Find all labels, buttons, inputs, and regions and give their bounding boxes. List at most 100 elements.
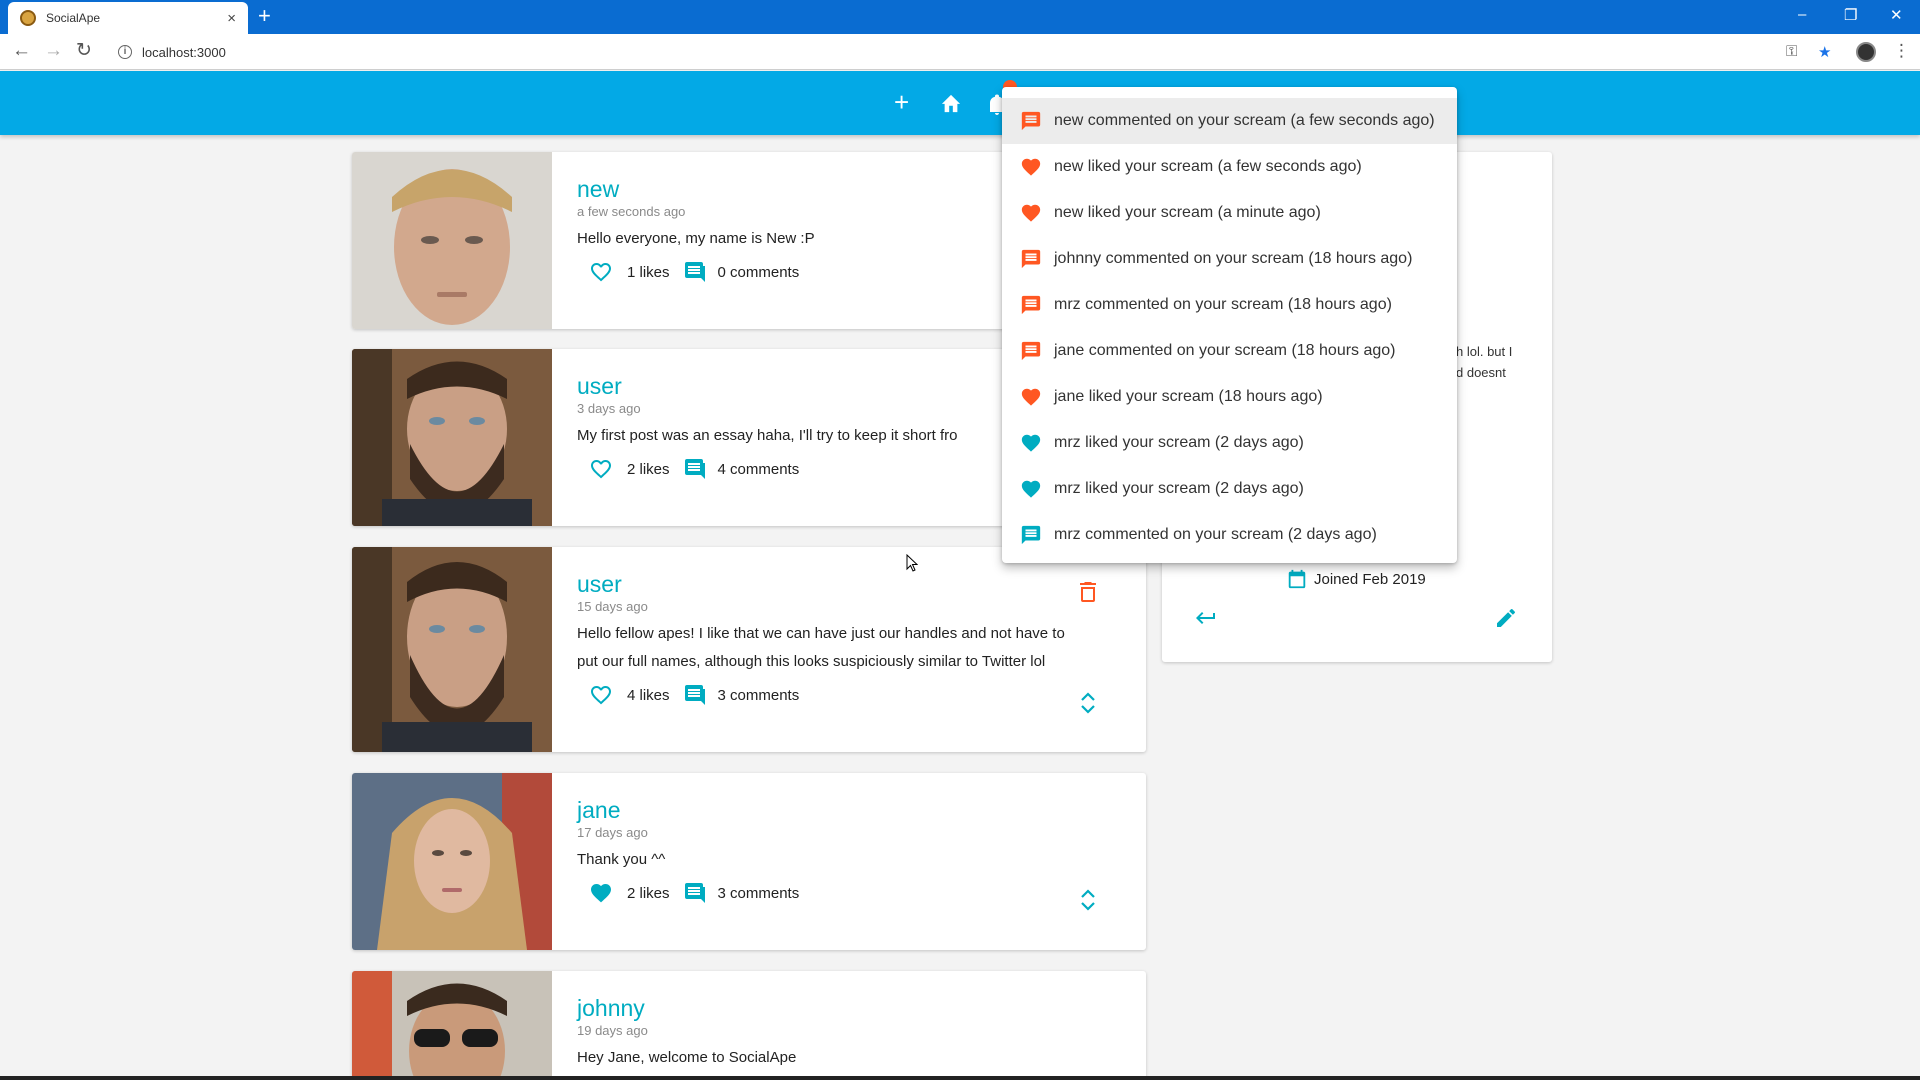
notification-text: mrz liked your scream (2 days ago)	[1054, 434, 1304, 451]
profile-image[interactable]	[352, 152, 552, 329]
heart-icon	[1021, 480, 1041, 498]
post-body-line: Hello fellow apes! I like that we can ha…	[577, 625, 1065, 642]
add-post-button[interactable]: +	[894, 89, 909, 115]
comment-count: 3 comments	[717, 884, 800, 902]
new-tab-button[interactable]: +	[258, 5, 271, 27]
expand-icon[interactable]	[1078, 691, 1098, 715]
address-bar: ← → ↻ i localhost:3000 ⚿ ★ ⋮	[0, 34, 1920, 70]
url-text: localhost:3000	[142, 44, 226, 60]
key-icon[interactable]: ⚿	[1786, 43, 1797, 60]
post-actions: 2 likes 3 comments	[577, 878, 1126, 908]
post-time: 17 days ago	[577, 825, 648, 840]
notification-item[interactable]: mrz liked your scream (2 days ago)	[1002, 466, 1457, 512]
post-content: jane 17 days ago Thank you ^^ 2 likes 3 …	[577, 797, 1126, 908]
close-window-icon[interactable]: ✕	[1890, 6, 1903, 24]
post-actions: 4 likes 3 comments	[577, 680, 1126, 710]
profile-image[interactable]	[352, 971, 552, 1080]
heart-filled-icon[interactable]	[589, 881, 613, 905]
heart-outline-icon[interactable]	[589, 457, 613, 481]
notification-text: new commented on your scream (a few seco…	[1054, 112, 1435, 129]
profile-image[interactable]	[352, 773, 552, 950]
notification-text: new liked your scream (a minute ago)	[1054, 204, 1321, 221]
post-time: 15 days ago	[577, 599, 648, 614]
heart-icon	[1021, 388, 1041, 406]
comment-icon	[1021, 249, 1041, 269]
comment-count: 4 comments	[717, 460, 800, 478]
notification-item[interactable]: johnny commented on your scream (18 hour…	[1002, 236, 1457, 282]
browser-tab[interactable]: SocialApe ×	[8, 2, 248, 34]
comment-icon[interactable]	[682, 683, 706, 707]
comment-count: 0 comments	[717, 263, 800, 281]
heart-outline-icon[interactable]	[589, 683, 613, 707]
post-content: johnny 19 days ago Hey Jane, welcome to …	[577, 995, 1126, 1072]
post-content: user 15 days ago Hello fellow apes! I li…	[577, 571, 1126, 710]
post-body: Hello fellow apes! I like that we can ha…	[577, 620, 1126, 676]
profile-bio-fragment: d doesnt	[1456, 365, 1506, 380]
edit-profile-icon[interactable]	[1494, 606, 1518, 630]
post-card: user 15 days ago Hello fellow apes! I li…	[352, 547, 1146, 752]
notification-text: johnny commented on your scream (18 hour…	[1054, 250, 1413, 267]
post-time: 19 days ago	[577, 1023, 648, 1038]
notification-text: mrz commented on your scream (2 days ago…	[1054, 526, 1377, 543]
like-count: 1 likes	[627, 263, 670, 281]
restore-icon[interactable]: ❐	[1844, 6, 1857, 24]
comment-icon[interactable]	[682, 881, 706, 905]
tab-close-icon[interactable]: ×	[227, 10, 236, 27]
comment-icon[interactable]	[682, 260, 706, 284]
notification-item[interactable]: mrz commented on your scream (2 days ago…	[1002, 512, 1457, 558]
user-handle-link[interactable]: jane	[577, 797, 1126, 823]
user-handle-link[interactable]: user	[577, 571, 1126, 597]
forward-icon[interactable]: →	[44, 41, 63, 61]
bookmark-star-icon[interactable]: ★	[1818, 43, 1831, 61]
heart-icon	[1021, 158, 1041, 176]
profile-avatar-icon[interactable]	[1856, 42, 1876, 62]
post-card: jane 17 days ago Thank you ^^ 2 likes 3 …	[352, 773, 1146, 950]
profile-image[interactable]	[352, 349, 552, 526]
url-field[interactable]: i localhost:3000	[108, 39, 1768, 65]
notification-item[interactable]: jane liked your scream (18 hours ago)	[1002, 374, 1457, 420]
window-bottom-edge	[0, 1076, 1920, 1080]
browser-menu-icon[interactable]: ⋮	[1893, 41, 1910, 61]
profile-joined: Joined Feb 2019	[1286, 568, 1426, 590]
post-body: Hey Jane, welcome to SocialApe	[577, 1049, 797, 1066]
like-count: 2 likes	[627, 460, 670, 478]
notifications-menu: new commented on your scream (a few seco…	[1002, 87, 1457, 563]
notification-item[interactable]: new liked your scream (a few seconds ago…	[1002, 144, 1457, 190]
comment-icon[interactable]	[682, 457, 706, 481]
comment-count: 3 comments	[717, 686, 800, 704]
info-icon[interactable]: i	[118, 45, 132, 59]
profile-image[interactable]	[352, 547, 552, 752]
comment-icon	[1021, 111, 1041, 131]
heart-icon	[1021, 204, 1041, 222]
back-icon[interactable]: ←	[12, 41, 31, 61]
notification-item[interactable]: new liked your scream (a minute ago)	[1002, 190, 1457, 236]
notification-item[interactable]: mrz liked your scream (2 days ago)	[1002, 420, 1457, 466]
post-body-line: put our full names, although this looks …	[577, 653, 1046, 670]
calendar-icon	[1288, 569, 1306, 589]
notification-text: jane commented on your scream (18 hours …	[1054, 342, 1396, 359]
user-handle-link[interactable]: johnny	[577, 995, 1126, 1021]
comment-icon	[1021, 341, 1041, 361]
joined-date: Joined Feb 2019	[1314, 570, 1426, 588]
profile-bio-fragment: h lol. but I	[1456, 344, 1513, 359]
tab-title: SocialApe	[46, 11, 101, 25]
comment-icon	[1021, 525, 1041, 545]
notification-text: mrz commented on your scream (18 hours a…	[1054, 296, 1392, 313]
heart-outline-icon[interactable]	[589, 260, 613, 284]
mouse-cursor-icon	[906, 554, 918, 572]
heart-icon	[1021, 434, 1041, 452]
notification-item[interactable]: jane commented on your scream (18 hours …	[1002, 328, 1457, 374]
delete-icon[interactable]	[1078, 581, 1098, 603]
notification-item[interactable]: new commented on your scream (a few seco…	[1002, 98, 1457, 144]
post-body: Thank you ^^	[577, 851, 666, 868]
notification-item[interactable]: mrz commented on your scream (18 hours a…	[1002, 282, 1457, 328]
home-icon[interactable]	[940, 93, 962, 113]
like-count: 4 likes	[627, 686, 670, 704]
comment-icon	[1021, 295, 1041, 315]
notification-text: mrz liked your scream (2 days ago)	[1054, 480, 1304, 497]
expand-icon[interactable]	[1078, 888, 1098, 912]
minimize-icon[interactable]: –	[1798, 6, 1806, 23]
notification-text: jane liked your scream (18 hours ago)	[1054, 388, 1323, 405]
logout-icon[interactable]	[1194, 606, 1218, 630]
reload-icon[interactable]: ↻	[76, 41, 92, 61]
